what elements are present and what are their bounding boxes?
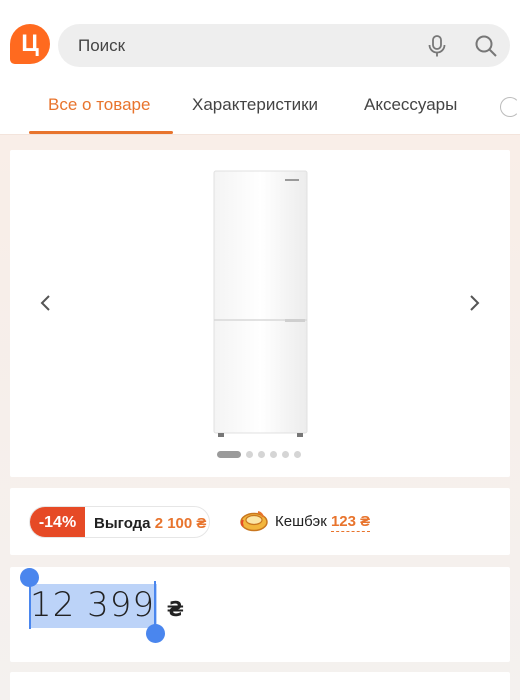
logo-letter: Ц bbox=[21, 30, 39, 57]
chevron-right-icon[interactable] bbox=[466, 294, 482, 312]
pagination-dot[interactable] bbox=[258, 450, 265, 458]
selection-end-handle[interactable] bbox=[146, 624, 165, 643]
discount-benefit-pill[interactable]: -14% Выгода 2 100 ₴ bbox=[29, 506, 210, 538]
tab-overflow-icon[interactable] bbox=[500, 97, 520, 117]
search-icon[interactable] bbox=[474, 34, 498, 58]
chevron-left-icon[interactable] bbox=[38, 294, 54, 312]
benefit-label: Выгода bbox=[94, 515, 151, 532]
promo-card: -14% Выгода 2 100 ₴ Кешбэк 123 ₴ bbox=[10, 488, 510, 555]
brand-logo[interactable]: Ц bbox=[10, 24, 50, 64]
tab-characteristics[interactable]: Характеристики bbox=[192, 95, 318, 115]
cashback-amount: 123 ₴ bbox=[330, 513, 371, 532]
product-gallery[interactable] bbox=[10, 150, 510, 477]
pagination-dot[interactable] bbox=[282, 450, 289, 458]
refrigerator-image[interactable] bbox=[213, 170, 308, 438]
selection-start-handle[interactable] bbox=[20, 568, 39, 587]
product-tabs: Все о товаре Характеристики Аксессуары bbox=[0, 85, 520, 135]
cashback-label: Кешбэк bbox=[275, 513, 327, 530]
price-value: 12 399 bbox=[30, 585, 155, 625]
pagination-dot[interactable] bbox=[246, 450, 253, 458]
tab-accessories[interactable]: Аксессуары bbox=[364, 95, 457, 115]
tab-all-about-product[interactable]: Все о товаре bbox=[48, 95, 150, 115]
benefit-text: Выгода 2 100 ₴ bbox=[94, 515, 206, 532]
search-input[interactable]: Поиск bbox=[58, 24, 510, 67]
next-section-card bbox=[10, 672, 510, 700]
product-price[interactable]: 12 399 ₴ bbox=[30, 585, 185, 625]
pagination-dot[interactable] bbox=[294, 450, 301, 458]
price-card: 12 399 ₴ bbox=[10, 567, 510, 662]
pagination-dot[interactable] bbox=[217, 450, 241, 458]
header: Ц Поиск Все о товаре Характеристики Аксе… bbox=[0, 0, 520, 135]
active-tab-indicator bbox=[29, 131, 173, 134]
discount-badge: -14% bbox=[30, 507, 85, 537]
price-currency: ₴ bbox=[166, 597, 185, 621]
benefit-amount: 2 100 ₴ bbox=[154, 515, 207, 532]
search-placeholder: Поиск bbox=[78, 36, 126, 55]
cashback-text[interactable]: Кешбэк 123 ₴ bbox=[275, 513, 371, 532]
microphone-icon[interactable] bbox=[426, 34, 448, 58]
gallery-pagination bbox=[217, 450, 301, 458]
cashback-coin-icon bbox=[240, 511, 268, 532]
pagination-dot[interactable] bbox=[270, 450, 277, 458]
